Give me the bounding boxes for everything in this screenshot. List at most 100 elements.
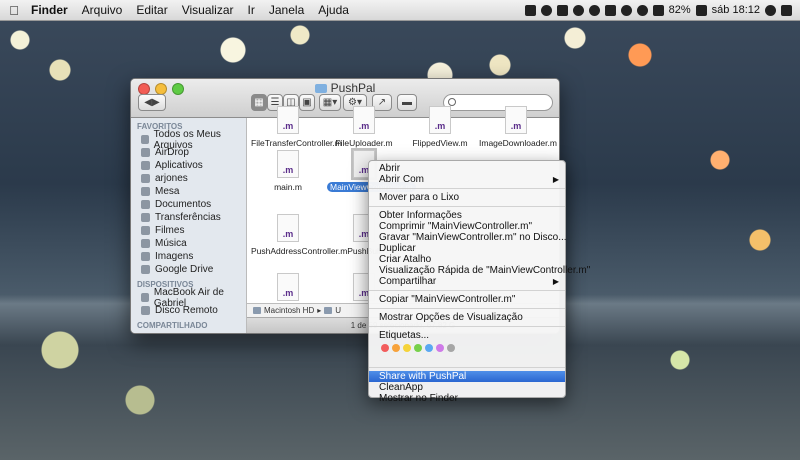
file-item[interactable]: .m bbox=[251, 273, 325, 305]
wifi-icon[interactable] bbox=[636, 4, 648, 16]
sidebar-item-pictures[interactable]: Imagens bbox=[131, 250, 246, 263]
menu-arquivo[interactable]: Arquivo bbox=[82, 3, 123, 17]
objc-file-icon: .m bbox=[505, 106, 527, 134]
folder-icon bbox=[324, 307, 333, 314]
menu-item-open[interactable]: Abrir bbox=[369, 163, 565, 174]
sidebar-item-label: Imagens bbox=[155, 251, 194, 262]
menu-separator bbox=[369, 290, 565, 291]
folder-icon bbox=[314, 84, 327, 93]
back-forward-buttons[interactable]: ◀▶ bbox=[138, 94, 166, 111]
apple-menu-icon[interactable]:  bbox=[4, 3, 24, 18]
menu-item-show-view-options[interactable]: Mostrar Opções de Visualização bbox=[369, 312, 565, 323]
sidebar-item-label: Google Drive bbox=[155, 264, 214, 275]
tag-purple[interactable] bbox=[436, 344, 444, 352]
menu-item-share-with-pushpal[interactable]: Share with PushPal bbox=[369, 371, 565, 382]
tag-color-row bbox=[369, 341, 565, 355]
window-title: PushPal bbox=[131, 81, 559, 95]
tag-green[interactable] bbox=[414, 344, 422, 352]
disc-icon bbox=[141, 306, 150, 315]
menu-finder[interactable]: Finder bbox=[31, 3, 68, 17]
menu-ajuda[interactable]: Ajuda bbox=[318, 3, 349, 17]
objc-file-icon: .m bbox=[277, 214, 299, 242]
sidebar-item-documents[interactable]: Documentos bbox=[131, 198, 246, 211]
app-status-icon[interactable] bbox=[524, 4, 536, 16]
sidebar-item-label: Disco Remoto bbox=[155, 305, 218, 316]
downloads-icon bbox=[141, 213, 150, 222]
menu-item-label: Compartilhar bbox=[379, 276, 437, 287]
file-name: FileUploader.m bbox=[335, 138, 393, 148]
file-name: main.m bbox=[274, 182, 302, 192]
menu-janela[interactable]: Janela bbox=[269, 3, 304, 17]
menu-item-tags[interactable]: Etiquetas... bbox=[369, 330, 565, 341]
file-item[interactable]: .m FileTransferController.m bbox=[251, 106, 342, 148]
sidebar-header-shared: COMPARTILHADO bbox=[137, 321, 208, 330]
menu-item-share[interactable]: Compartilhar ▶ bbox=[369, 276, 565, 287]
menu-separator bbox=[369, 367, 565, 368]
path-item[interactable]: Macintosh HD bbox=[264, 306, 314, 315]
file-item[interactable]: .m FlippedView.m bbox=[403, 106, 477, 148]
sidebar-item-google-drive[interactable]: Google Drive bbox=[131, 263, 246, 276]
home-icon bbox=[141, 174, 150, 183]
clock-app-icon[interactable] bbox=[620, 4, 632, 16]
tag-gray[interactable] bbox=[447, 344, 455, 352]
battery-percent[interactable]: 82% bbox=[669, 4, 691, 16]
menu-item-make-alias[interactable]: Criar Atalho bbox=[369, 254, 565, 265]
menu-item-move-to-trash[interactable]: Mover para o Lixo bbox=[369, 192, 565, 203]
movies-icon bbox=[141, 226, 150, 235]
file-item[interactable]: .m FileUploader.m bbox=[327, 106, 401, 148]
menu-item-compress[interactable]: Comprimir "MainViewController.m" bbox=[369, 221, 565, 232]
file-name: FlippedView.m bbox=[412, 138, 468, 148]
file-name: FileTransferController.m bbox=[251, 138, 342, 148]
tag-blue[interactable] bbox=[425, 344, 433, 352]
menu-visualizar[interactable]: Visualizar bbox=[182, 3, 234, 17]
menu-ir[interactable]: Ir bbox=[248, 3, 255, 17]
sync-status-icon[interactable] bbox=[540, 4, 552, 16]
status-area: 82% sáb 18:12 bbox=[524, 4, 792, 16]
laptop-icon bbox=[141, 293, 149, 302]
music-icon bbox=[141, 239, 150, 248]
sidebar-item-movies[interactable]: Filmes bbox=[131, 224, 246, 237]
sidebar-item-label: Música bbox=[155, 238, 187, 249]
menu-item-quick-look[interactable]: Visualização Rápida de "MainViewControll… bbox=[369, 265, 590, 276]
clock[interactable]: sáb 18:12 bbox=[712, 4, 760, 16]
tag-orange[interactable] bbox=[392, 344, 400, 352]
tag-red[interactable] bbox=[381, 344, 389, 352]
objc-file-icon: .m bbox=[277, 106, 299, 134]
sidebar-item-all-files[interactable]: Todos os Meus Arquivos bbox=[131, 129, 246, 151]
menu-item-cleanapp[interactable]: CleanApp bbox=[369, 382, 565, 393]
menu-item-burn[interactable]: Gravar "MainViewController.m" no Disco..… bbox=[369, 232, 567, 243]
file-item[interactable]: .m PushAddressController.m bbox=[251, 214, 347, 256]
sidebar-item-label: Aplicativos bbox=[155, 160, 203, 171]
notification-center-icon[interactable] bbox=[781, 4, 792, 16]
menu-item-open-with[interactable]: Abrir Com ▶ bbox=[369, 174, 565, 185]
sidebar-item-label: Filmes bbox=[155, 225, 185, 236]
sidebar-item-desktop[interactable]: Mesa bbox=[131, 185, 246, 198]
menu-item-get-info[interactable]: Obter Informações bbox=[369, 210, 565, 221]
path-item[interactable]: U bbox=[335, 306, 341, 315]
chevron-right-icon: ▸ bbox=[317, 306, 322, 315]
menu-separator bbox=[369, 308, 565, 309]
sidebar-item-music[interactable]: Música bbox=[131, 237, 246, 250]
volume-icon[interactable] bbox=[652, 4, 664, 16]
sidebar-item-applications[interactable]: Aplicativos bbox=[131, 159, 246, 172]
file-item[interactable]: .m ImageDownloader.m bbox=[479, 106, 557, 148]
sidebar-item-home[interactable]: arjones bbox=[131, 172, 246, 185]
pictures-icon bbox=[141, 252, 150, 261]
menu-editar[interactable]: Editar bbox=[136, 3, 167, 17]
menu-item-show-in-finder[interactable]: Mostrar no Finder bbox=[369, 393, 565, 404]
folder-icon bbox=[141, 265, 150, 274]
spotlight-search-icon[interactable] bbox=[765, 4, 776, 16]
sidebar-item-downloads[interactable]: Transferências bbox=[131, 211, 246, 224]
battery-icon[interactable] bbox=[695, 4, 707, 16]
bluetooth-icon[interactable] bbox=[604, 4, 616, 16]
file-name: ImageDownloader.m bbox=[479, 138, 557, 148]
menu-item-duplicate[interactable]: Duplicar bbox=[369, 243, 565, 254]
sidebar-item-macbook[interactable]: MacBook Air de Gabriel bbox=[131, 287, 246, 309]
skype-status-icon[interactable] bbox=[572, 4, 584, 16]
desktop-icon bbox=[141, 187, 150, 196]
file-item[interactable]: .m main.m bbox=[251, 150, 325, 192]
time-machine-icon[interactable] bbox=[588, 4, 600, 16]
tag-yellow[interactable] bbox=[403, 344, 411, 352]
cloud-status-icon[interactable] bbox=[556, 4, 568, 16]
menu-item-copy[interactable]: Copiar "MainViewController.m" bbox=[369, 294, 565, 305]
